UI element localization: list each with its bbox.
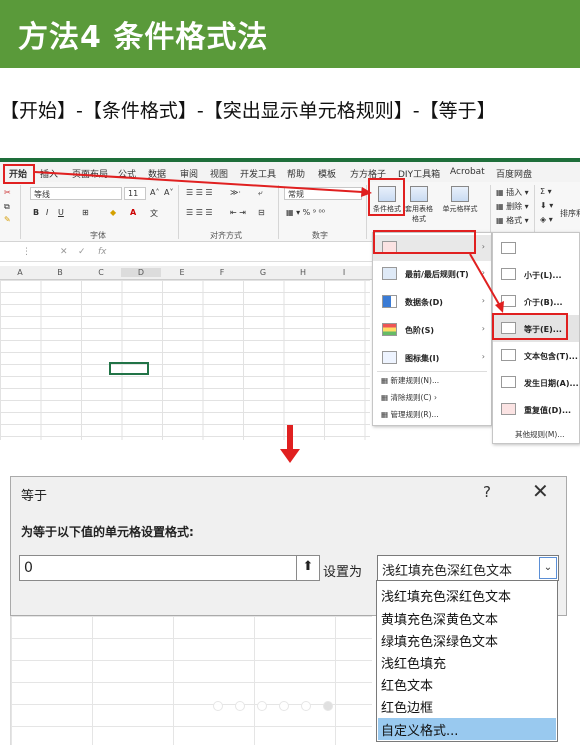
close-button[interactable]: ✕ [532, 479, 549, 503]
value-input[interactable]: 0 [19, 555, 297, 581]
help-button[interactable]: ? [483, 483, 491, 501]
format-option[interactable]: 红色边框 [378, 695, 556, 717]
format-option-custom[interactable]: 自定义格式... [378, 718, 556, 740]
worksheet-grid-lower [10, 616, 372, 745]
dialog-heading: 为等于以下值的单元格设置格式: [21, 525, 194, 539]
carousel-dot[interactable] [257, 701, 267, 711]
set-as-label: 设置为 [323, 565, 363, 580]
down-arrow-icon [280, 425, 300, 465]
format-option[interactable]: 浅红色填充 [378, 651, 556, 673]
chevron-down-icon[interactable]: ⌄ [539, 557, 557, 579]
format-option[interactable]: 黄填充色深黄色文本 [378, 607, 556, 629]
carousel-dot[interactable] [301, 701, 311, 711]
format-option[interactable]: 绿填充色深绿色文本 [378, 629, 556, 651]
format-option[interactable]: 红色文本 [378, 673, 556, 695]
dialog-title: 等于 [21, 489, 48, 504]
range-picker-button[interactable]: ⬆ [296, 555, 320, 581]
format-option[interactable]: 浅红填充色深红色文本 [378, 584, 556, 606]
carousel-dot[interactable] [279, 701, 289, 711]
carousel-dot[interactable] [213, 701, 223, 711]
carousel-dots [213, 696, 363, 711]
upload-arrow-icon: ⬆ [302, 559, 314, 574]
carousel-dot[interactable] [235, 701, 245, 711]
carousel-dot-active[interactable] [323, 701, 333, 711]
format-select[interactable]: 浅红填充色深红色文本 [377, 555, 559, 581]
format-dropdown-list: 浅红填充色深红色文本 黄填充色深黄色文本 绿填充色深绿色文本 浅红色填充 红色文… [376, 580, 558, 742]
